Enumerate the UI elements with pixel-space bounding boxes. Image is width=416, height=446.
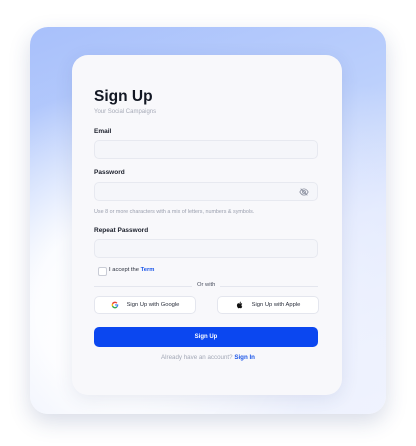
terms-prefix: I accept the — [109, 267, 139, 273]
password-field[interactable] — [94, 182, 318, 201]
password-label: Password — [94, 169, 125, 176]
signup-submit-button[interactable]: Sign Up — [94, 327, 318, 347]
google-signup-button[interactable]: Sign Up with Google — [94, 296, 196, 314]
signin-link[interactable]: Sign In — [234, 354, 255, 361]
repeat-password-field[interactable] — [94, 239, 318, 258]
apple-icon — [236, 301, 242, 309]
eye-off-icon[interactable] — [299, 187, 309, 197]
divider-text: Or with — [192, 282, 221, 288]
repeat-password-label: Repeat Password — [94, 227, 149, 234]
email-label: Email — [94, 128, 112, 135]
page-subtitle: Your Social Campaigns — [94, 109, 157, 115]
terms-text: I accept the Term — [109, 267, 154, 273]
signin-prompt: Already have an account? Sign In — [0, 354, 416, 361]
terms-checkbox[interactable] — [98, 267, 107, 276]
google-button-label: Sign Up with Google — [126, 302, 180, 308]
google-icon — [111, 301, 118, 309]
password-hint: Use 8 or more characters with a mix of l… — [94, 209, 255, 215]
page-title: Sign Up — [94, 88, 153, 105]
terms-link[interactable]: Term — [141, 267, 155, 273]
email-field[interactable] — [94, 140, 318, 159]
signin-prompt-text: Already have an account? — [161, 354, 233, 361]
apple-button-label: Sign Up with Apple — [251, 302, 301, 308]
apple-signup-button[interactable]: Sign Up with Apple — [217, 296, 319, 314]
